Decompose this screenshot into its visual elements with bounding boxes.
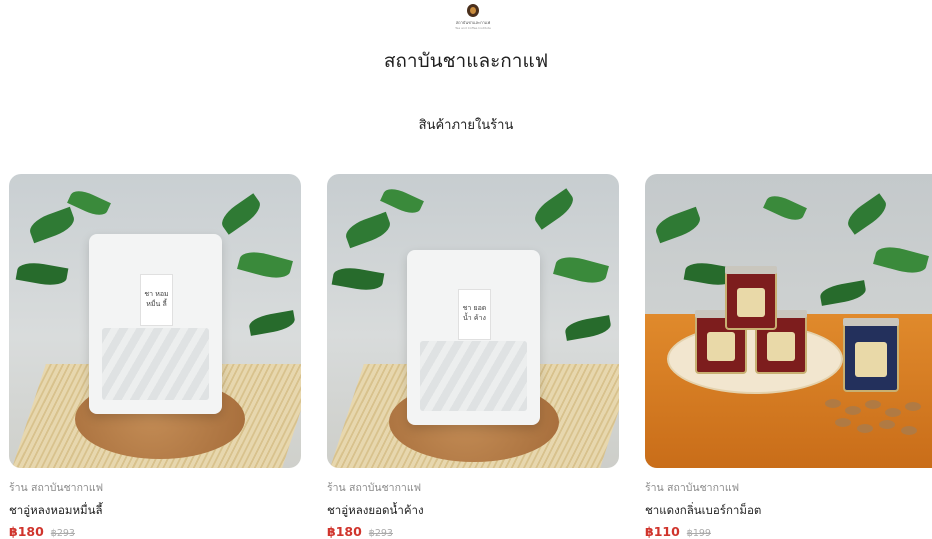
- product-image[interactable]: [645, 174, 932, 468]
- original-price: ฿293: [368, 528, 393, 539]
- logo-text: สถาบันชาและกาแฟ: [455, 20, 491, 25]
- store-title: สถาบันชาและกาแฟ: [383, 50, 549, 72]
- product-name[interactable]: ชาอู่หลงหอมหมื่นลี้: [9, 502, 301, 520]
- shop-name: ร้าน สถาบันชากาแฟ: [9, 482, 104, 494]
- section-title: สินค้าภายในร้าน: [418, 118, 514, 133]
- price-row: ฿180 ฿293: [9, 524, 301, 539]
- product-price: ฿180: [327, 524, 362, 539]
- product-name[interactable]: ชาแดงกลิ่นเบอร์กาม็อต: [645, 502, 932, 520]
- product-price: ฿110: [645, 524, 680, 539]
- product-price: ฿180: [9, 524, 44, 539]
- logo-subtext: Tea and Coffee Institute: [455, 26, 491, 30]
- product-card[interactable]: ชา ยอด น้ำ ค้าง ร้าน สถาบันชากาแฟ ชาอู่ห…: [327, 174, 619, 539]
- price-row: ฿110 ฿199: [645, 524, 932, 539]
- product-image[interactable]: ชา ยอด น้ำ ค้าง: [327, 174, 619, 468]
- shop-name: ร้าน สถาบันชากาแฟ: [327, 482, 422, 494]
- store-logo[interactable]: สถาบันชาและกาแฟ Tea and Coffee Institute: [451, 4, 495, 32]
- shop-name: ร้าน สถาบันชากาแฟ: [645, 482, 740, 494]
- product-card[interactable]: ร้าน สถาบันชากาแฟ ชาแดงกลิ่นเบอร์กาม็อต …: [645, 174, 932, 539]
- original-price: ฿293: [50, 528, 75, 539]
- pouch-label: ชา หอม หมื่น ลี้: [139, 273, 174, 326]
- price-row: ฿180 ฿293: [327, 524, 619, 539]
- logo-emblem-icon: [467, 4, 479, 17]
- product-image[interactable]: ชา หอม หมื่น ลี้: [9, 174, 301, 468]
- pouch-label: ชา ยอด น้ำ ค้าง: [457, 288, 492, 340]
- product-name[interactable]: ชาอู่หลงยอดน้ำค้าง: [327, 502, 619, 520]
- product-card[interactable]: ชา หอม หมื่น ลี้ ร้าน สถาบันชากาแฟ ชาอู่…: [9, 174, 301, 539]
- original-price: ฿199: [686, 528, 711, 539]
